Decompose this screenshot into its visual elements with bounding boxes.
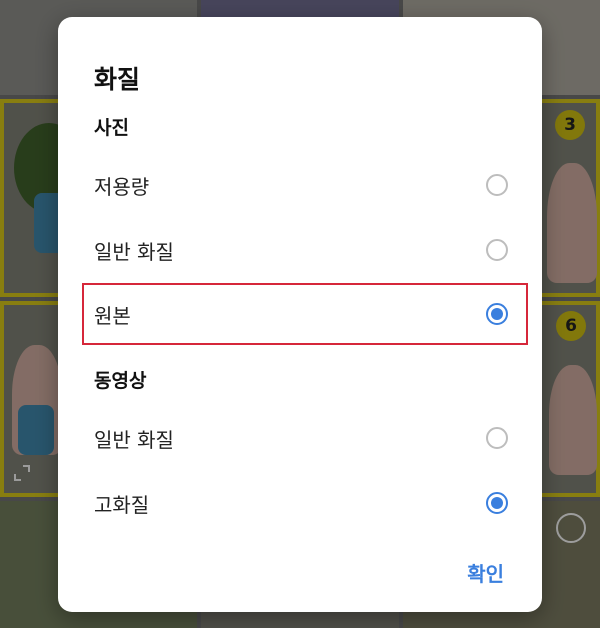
radio-button-selected[interactable]: [486, 492, 508, 514]
dialog-title: 화질: [94, 65, 141, 94]
photo-option-original[interactable]: 원본: [94, 294, 508, 334]
radio-button[interactable]: [486, 427, 508, 449]
option-label: 일반 화질: [94, 239, 174, 264]
option-label: 고화질: [94, 492, 150, 517]
photo-option-low[interactable]: 저용량: [94, 165, 508, 205]
photo-option-normal[interactable]: 일반 화질: [94, 230, 508, 270]
quality-dialog: 화질 사진 저용량 일반 화질 원본 동영상 일반 화질 고화질 확인: [58, 17, 542, 612]
photo-section-header: 사진: [94, 117, 129, 139]
option-label: 원본: [94, 303, 131, 328]
radio-button[interactable]: [486, 174, 508, 196]
option-label: 일반 화질: [94, 427, 174, 452]
option-label: 저용량: [94, 174, 150, 199]
video-option-normal[interactable]: 일반 화질: [94, 418, 508, 458]
confirm-button[interactable]: 확인: [467, 558, 504, 587]
radio-button[interactable]: [486, 239, 508, 261]
video-section-header: 동영상: [94, 370, 147, 392]
video-option-high[interactable]: 고화질: [94, 483, 508, 523]
radio-button-selected[interactable]: [486, 303, 508, 325]
